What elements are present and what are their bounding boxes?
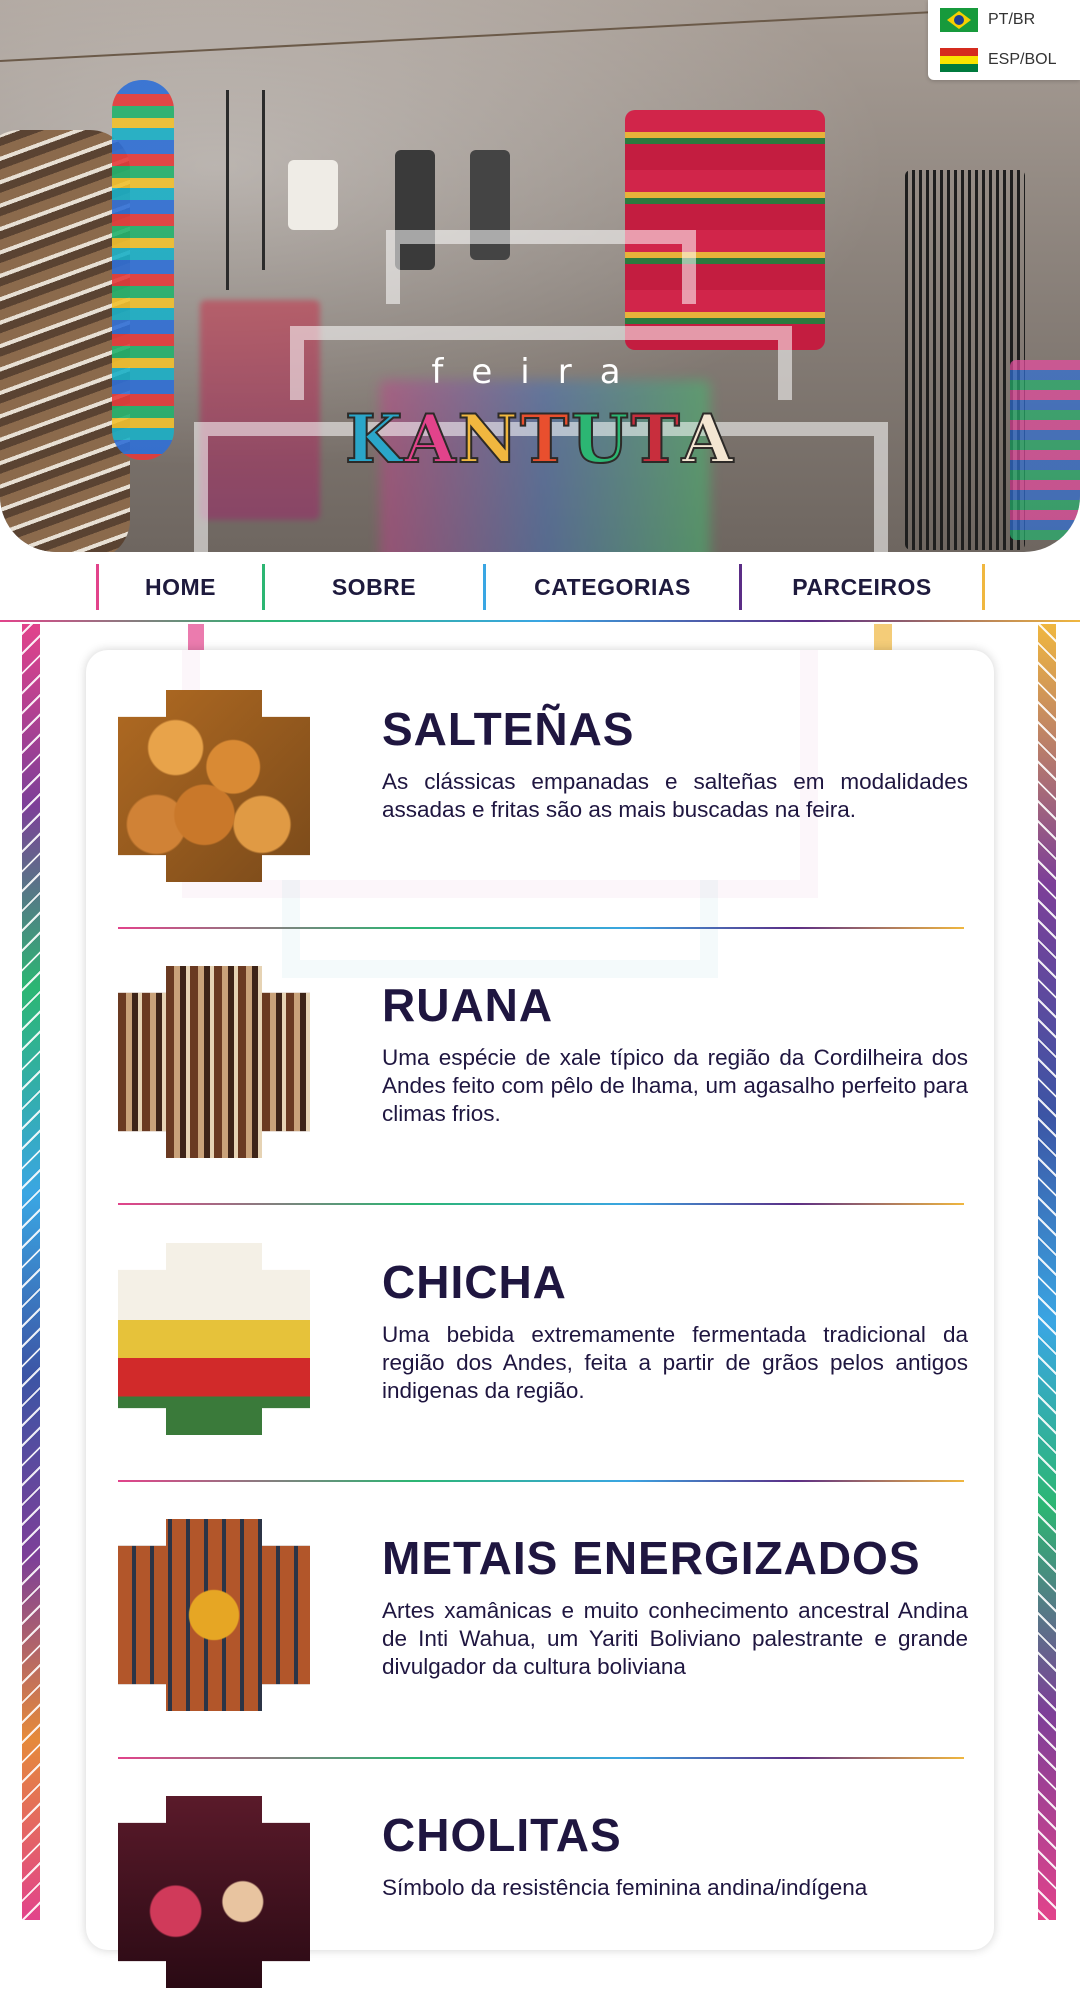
- category-item: METAIS ENERGIZADOS Artes xamânicas e mui…: [118, 1519, 968, 1719]
- hanging-item: [288, 160, 338, 230]
- nav-item-parceiros[interactable]: PARCEIROS: [742, 560, 982, 614]
- category-separator: [118, 1203, 964, 1205]
- nav-divider: [982, 564, 985, 610]
- language-label: ESP/BOL: [988, 51, 1057, 68]
- nav-item-categorias[interactable]: CATEGORIAS: [486, 560, 739, 614]
- hanging-string: [0, 3, 1079, 62]
- woven-bag-left: [0, 130, 130, 552]
- category-title: CHICHA: [382, 1256, 567, 1308]
- category-description: Artes xamânicas e muito conhecimento anc…: [382, 1598, 968, 1679]
- category-item: CHICHA Uma bebida extremamente fermentad…: [118, 1243, 968, 1443]
- saltenas-image: [118, 690, 310, 882]
- category-description: As clássicas empanadas e salteñas em mod…: [382, 769, 968, 822]
- andean-step-frame: [386, 230, 696, 304]
- language-switcher: PT/BR ESP/BOL: [928, 0, 1080, 80]
- left-zigzag-border: [22, 624, 40, 1920]
- language-option-pt-br[interactable]: PT/BR: [940, 7, 1035, 33]
- chicha-image: [118, 1243, 310, 1435]
- category-item: CHOLITAS Símbolo da resistência feminina…: [118, 1796, 962, 1996]
- right-zigzag-border: [1038, 624, 1056, 1920]
- brazil-flag-icon: [940, 8, 978, 32]
- category-title: METAIS ENERGIZADOS: [382, 1532, 921, 1584]
- ghost-step-pattern: [282, 880, 718, 978]
- category-title: SALTEÑAS: [382, 703, 635, 755]
- metais-image: [118, 1519, 310, 1711]
- category-title: RUANA: [382, 979, 554, 1031]
- hook: [262, 90, 265, 270]
- category-item: RUANA Uma espécie de xale típico da regi…: [118, 966, 968, 1166]
- hero-subtitle: feira: [431, 352, 649, 392]
- ruana-image: [118, 966, 310, 1158]
- category-separator: [118, 1480, 964, 1482]
- nav-underline: [0, 620, 1080, 622]
- cholitas-image: [118, 1796, 310, 1988]
- category-separator: [118, 927, 964, 929]
- hook: [226, 90, 229, 290]
- bolivia-flag-icon: [940, 48, 978, 72]
- kantuta-logo: KANTUTA: [344, 399, 735, 479]
- category-description: Uma espécie de xale típico da região da …: [382, 1045, 968, 1126]
- language-option-esp-bol[interactable]: ESP/BOL: [940, 47, 1056, 73]
- category-description: Símbolo da resistência feminina andina/i…: [382, 1875, 868, 1900]
- main-nav: HOME SOBRE CATEGORIAS PARCEIROS: [0, 560, 1080, 614]
- nav-item-home[interactable]: HOME: [99, 560, 262, 614]
- language-label: PT/BR: [988, 11, 1036, 28]
- category-description: Uma bebida extremamente fermentada tradi…: [382, 1322, 968, 1403]
- category-title: CHOLITAS: [382, 1809, 622, 1861]
- nav-item-sobre[interactable]: SOBRE: [265, 560, 483, 614]
- hero-banner: feira KANTUTA PT/BR ESP/BOL: [0, 0, 1080, 552]
- category-separator: [118, 1757, 964, 1759]
- category-item: SALTEÑAS As clássicas empanadas e salteñ…: [118, 690, 968, 890]
